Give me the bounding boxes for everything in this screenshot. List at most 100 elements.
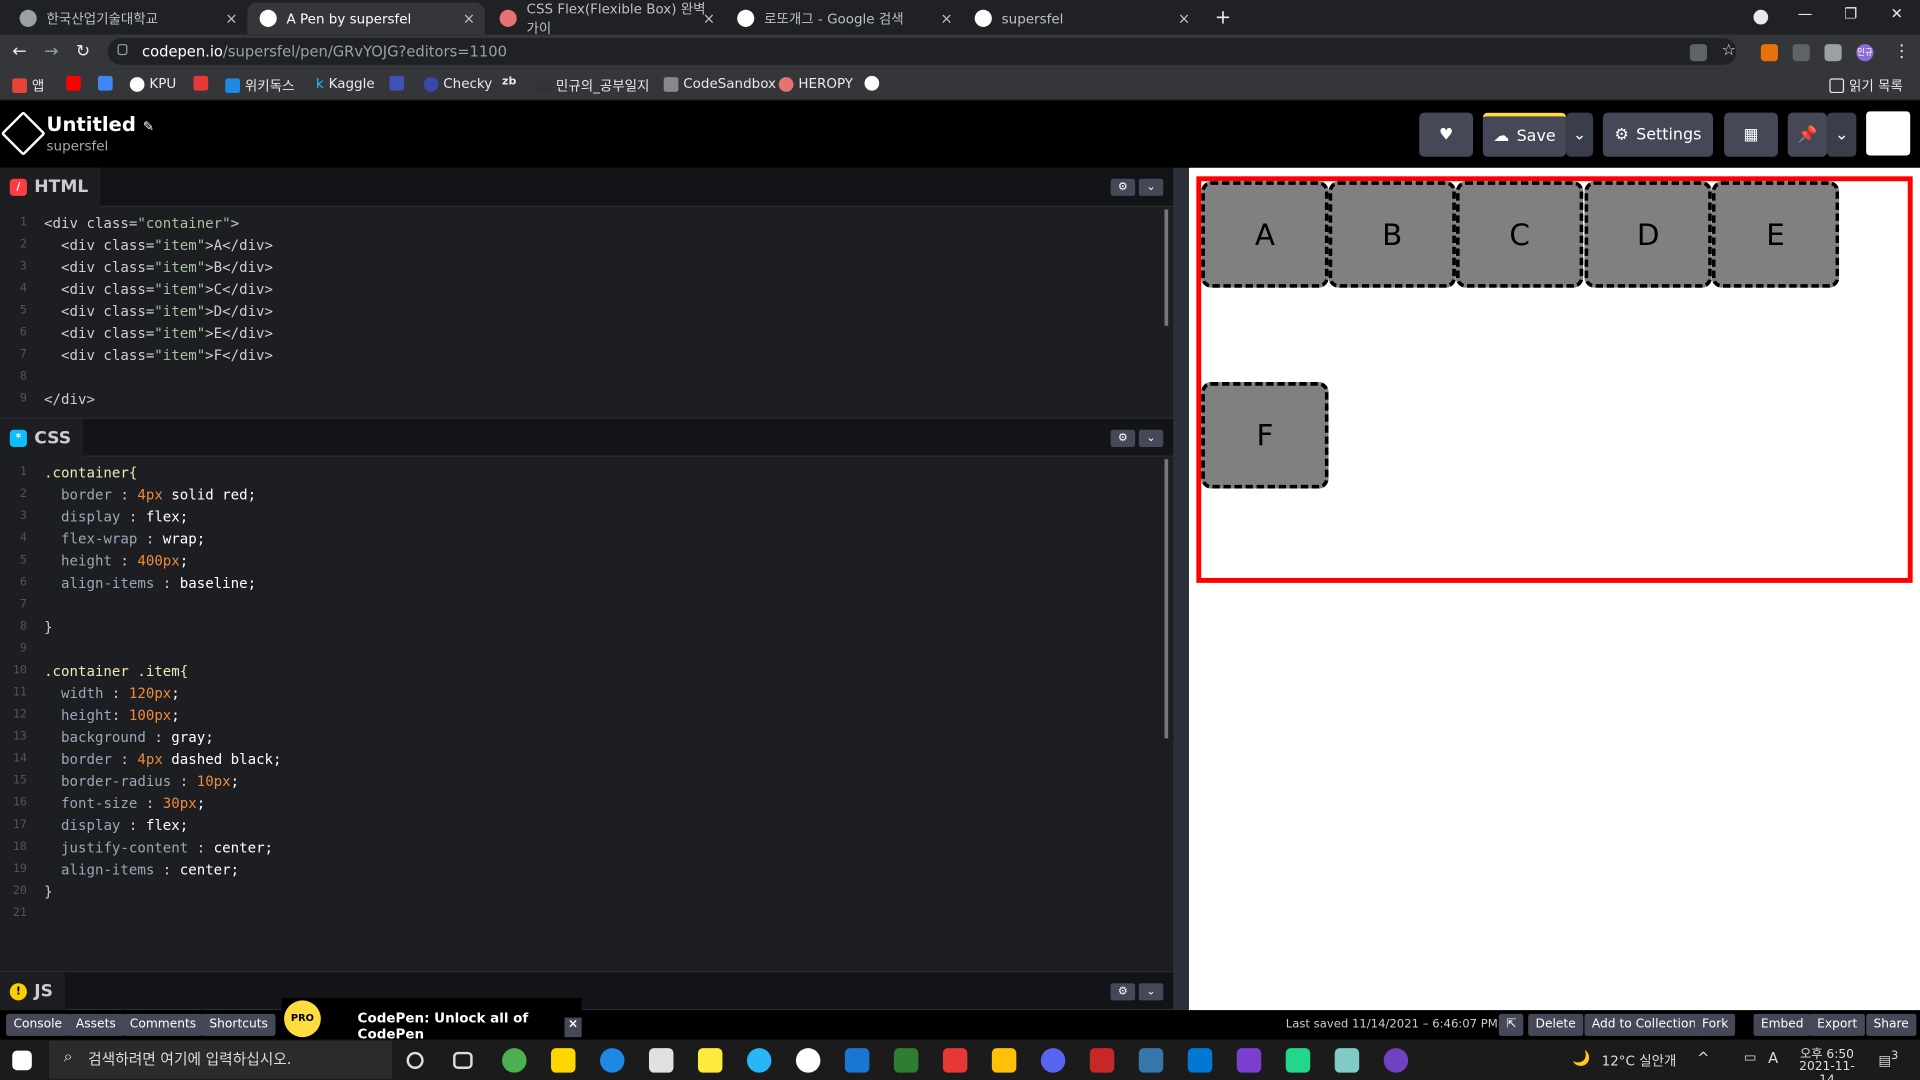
tab-kpu[interactable]: 한국산업기술대학교 × xyxy=(7,2,247,34)
tab-search-icon[interactable] xyxy=(1753,9,1769,25)
close-icon[interactable]: × xyxy=(463,10,475,27)
restore-icon[interactable]: ❐ xyxy=(1844,5,1857,22)
tab-google-search[interactable]: 로또개그 - Google 검색 × xyxy=(725,2,963,34)
code-line[interactable]: 4 flex-wrap : wrap; xyxy=(0,528,1163,550)
file-explorer-icon[interactable] xyxy=(991,1048,1017,1073)
url-bar[interactable]: codepen.io/supersfel/pen/GRvYOJG?editors… xyxy=(107,37,1737,65)
embed-button[interactable]: Embed xyxy=(1753,1013,1811,1036)
app-icon[interactable] xyxy=(746,1048,772,1073)
clock-date[interactable]: 2021-11-14 xyxy=(1795,1060,1859,1080)
close-icon[interactable]: × xyxy=(1178,10,1190,27)
html-code-editor[interactable]: 1 <div class="container"> 2 <div class="it… xyxy=(0,212,1163,410)
visual-studio-icon[interactable] xyxy=(1236,1048,1262,1073)
bookmark-site[interactable] xyxy=(389,75,405,91)
code-line[interactable]: 1 .container{ xyxy=(0,462,1163,484)
code-line[interactable]: 19 align-items : center; xyxy=(0,858,1163,880)
code-line[interactable]: 4 <div class="item">C</div> xyxy=(0,278,1163,300)
app-icon[interactable] xyxy=(648,1048,674,1073)
code-line[interactable]: 6 <div class="item">E</div> xyxy=(0,322,1163,344)
comments-button[interactable]: Comments xyxy=(122,1013,204,1036)
python-icon[interactable] xyxy=(1138,1048,1164,1073)
github-desktop-icon[interactable] xyxy=(1383,1048,1409,1073)
forward-icon[interactable]: → xyxy=(44,42,58,62)
kakaotalk-icon[interactable] xyxy=(697,1048,723,1073)
reading-list[interactable]: 읽기 목록 xyxy=(1829,76,1903,96)
taskbar-search[interactable]: 검색하려면 여기에 입력하십시오. xyxy=(48,1040,392,1079)
extension-icon[interactable] xyxy=(1760,44,1778,62)
extension-icon[interactable] xyxy=(1792,44,1810,62)
translate-icon[interactable] xyxy=(1689,44,1707,62)
chevron-down-icon[interactable]: ⌄ xyxy=(1138,983,1164,1001)
user-avatar[interactable] xyxy=(1866,111,1911,156)
chevron-down-icon[interactable]: ⌄ xyxy=(1138,178,1164,196)
lock-icon[interactable] xyxy=(117,44,128,56)
save-dropdown[interactable]: ⌄ xyxy=(1566,112,1594,157)
vscode-icon[interactable] xyxy=(1187,1048,1213,1073)
bookmark-wikidocs[interactable]: 위키독스 xyxy=(225,76,294,96)
cortana-icon[interactable] xyxy=(406,1051,424,1069)
bookmark-kaggle[interactable]: k Kaggle xyxy=(316,76,375,92)
cvavr-icon[interactable] xyxy=(1089,1048,1115,1073)
close-icon[interactable]: × xyxy=(703,10,715,27)
code-line[interactable]: 15 border-radius : 10px; xyxy=(0,770,1163,792)
puzzle-icon[interactable] xyxy=(1824,44,1842,62)
tray-chevron-icon[interactable]: ^ xyxy=(1697,1049,1709,1066)
code-line[interactable]: 1 <div class="container"> xyxy=(0,212,1163,234)
settings-button[interactable]: ⚙ Settings xyxy=(1602,112,1714,157)
code-line[interactable]: 8 xyxy=(0,366,1163,388)
discord-icon[interactable] xyxy=(1040,1048,1066,1073)
menu-dots-icon[interactable]: ⋮ xyxy=(1893,42,1910,62)
add-to-collection-button[interactable]: Add to Collection xyxy=(1584,1013,1704,1036)
bookmark-codesandbox[interactable]: CodeSandbox xyxy=(663,76,776,92)
code-line[interactable]: 16 font-size : 30px; xyxy=(0,792,1163,814)
heart-button[interactable]: ♥ xyxy=(1419,112,1474,157)
chevron-down-icon[interactable]: ⌄ xyxy=(1138,429,1164,447)
code-line[interactable]: 18 justify-content : center; xyxy=(0,836,1163,858)
external-link-icon[interactable]: ⇱ xyxy=(1498,1013,1524,1036)
delete-button[interactable]: Delete xyxy=(1528,1013,1584,1036)
fork-button[interactable]: Fork xyxy=(1694,1013,1736,1036)
close-window-icon[interactable]: ✕ xyxy=(1891,5,1903,22)
code-line[interactable]: 3 <div class="item">B</div> xyxy=(0,256,1163,278)
windows-start-icon[interactable] xyxy=(12,1050,32,1071)
code-line[interactable]: 9 xyxy=(0,638,1163,660)
pen-title[interactable]: Untitled ✎ xyxy=(47,113,154,136)
code-line[interactable]: 7 <div class="item">F</div> xyxy=(0,344,1163,366)
app-icon[interactable] xyxy=(844,1048,870,1073)
maps-icon[interactable] xyxy=(795,1048,821,1073)
code-line[interactable]: 2 border : 4px solid red; xyxy=(0,484,1163,506)
bookmark-github[interactable] xyxy=(864,75,880,91)
app-icon[interactable] xyxy=(942,1048,968,1073)
bookmark-mail[interactable] xyxy=(97,75,113,91)
assets-button[interactable]: Assets xyxy=(68,1013,124,1036)
bookmark-checky[interactable]: Checky xyxy=(423,76,492,92)
bookmark-star-icon[interactable]: ☆ xyxy=(1722,42,1736,60)
resize-divider[interactable] xyxy=(1173,167,1189,1011)
code-line[interactable]: 7 xyxy=(0,594,1163,616)
console-button[interactable]: Console xyxy=(6,1013,70,1036)
bookmark-blog[interactable]: 민규의_공부일지 xyxy=(536,76,649,96)
bookmark-apps[interactable]: 앱 xyxy=(12,76,44,96)
pin-dropdown[interactable]: ⌄ xyxy=(1826,112,1857,157)
layout-button[interactable]: ▦ xyxy=(1724,112,1778,157)
back-icon[interactable]: ← xyxy=(12,42,26,62)
edge-icon[interactable] xyxy=(600,1048,625,1073)
code-line[interactable]: 3 display : flex; xyxy=(0,506,1163,528)
code-line[interactable]: 9 </div> xyxy=(0,388,1163,410)
reload-icon[interactable]: ↻ xyxy=(76,42,90,62)
pencil-icon[interactable]: ✎ xyxy=(143,119,154,135)
close-icon[interactable]: × xyxy=(940,10,952,27)
code-line[interactable]: 5 height : 400px; xyxy=(0,550,1163,572)
task-view-icon[interactable] xyxy=(453,1051,473,1069)
code-line[interactable]: 5 <div class="item">D</div> xyxy=(0,300,1163,322)
close-icon[interactable]: × xyxy=(564,1017,582,1038)
code-line[interactable]: 11 width : 120px; xyxy=(0,682,1163,704)
pycharm-icon[interactable] xyxy=(1285,1048,1311,1073)
network-icon[interactable]: ▭ xyxy=(1744,1049,1757,1065)
js-pane-tab[interactable]: ! JS xyxy=(0,972,66,1012)
codepen-logo-icon[interactable] xyxy=(0,110,46,156)
css-scrollbar[interactable] xyxy=(1164,459,1169,739)
shortcuts-button[interactable]: Shortcuts xyxy=(202,1013,276,1036)
css-pane-tab[interactable]: * CSS xyxy=(0,418,84,458)
code-line[interactable]: 20} xyxy=(0,880,1163,902)
